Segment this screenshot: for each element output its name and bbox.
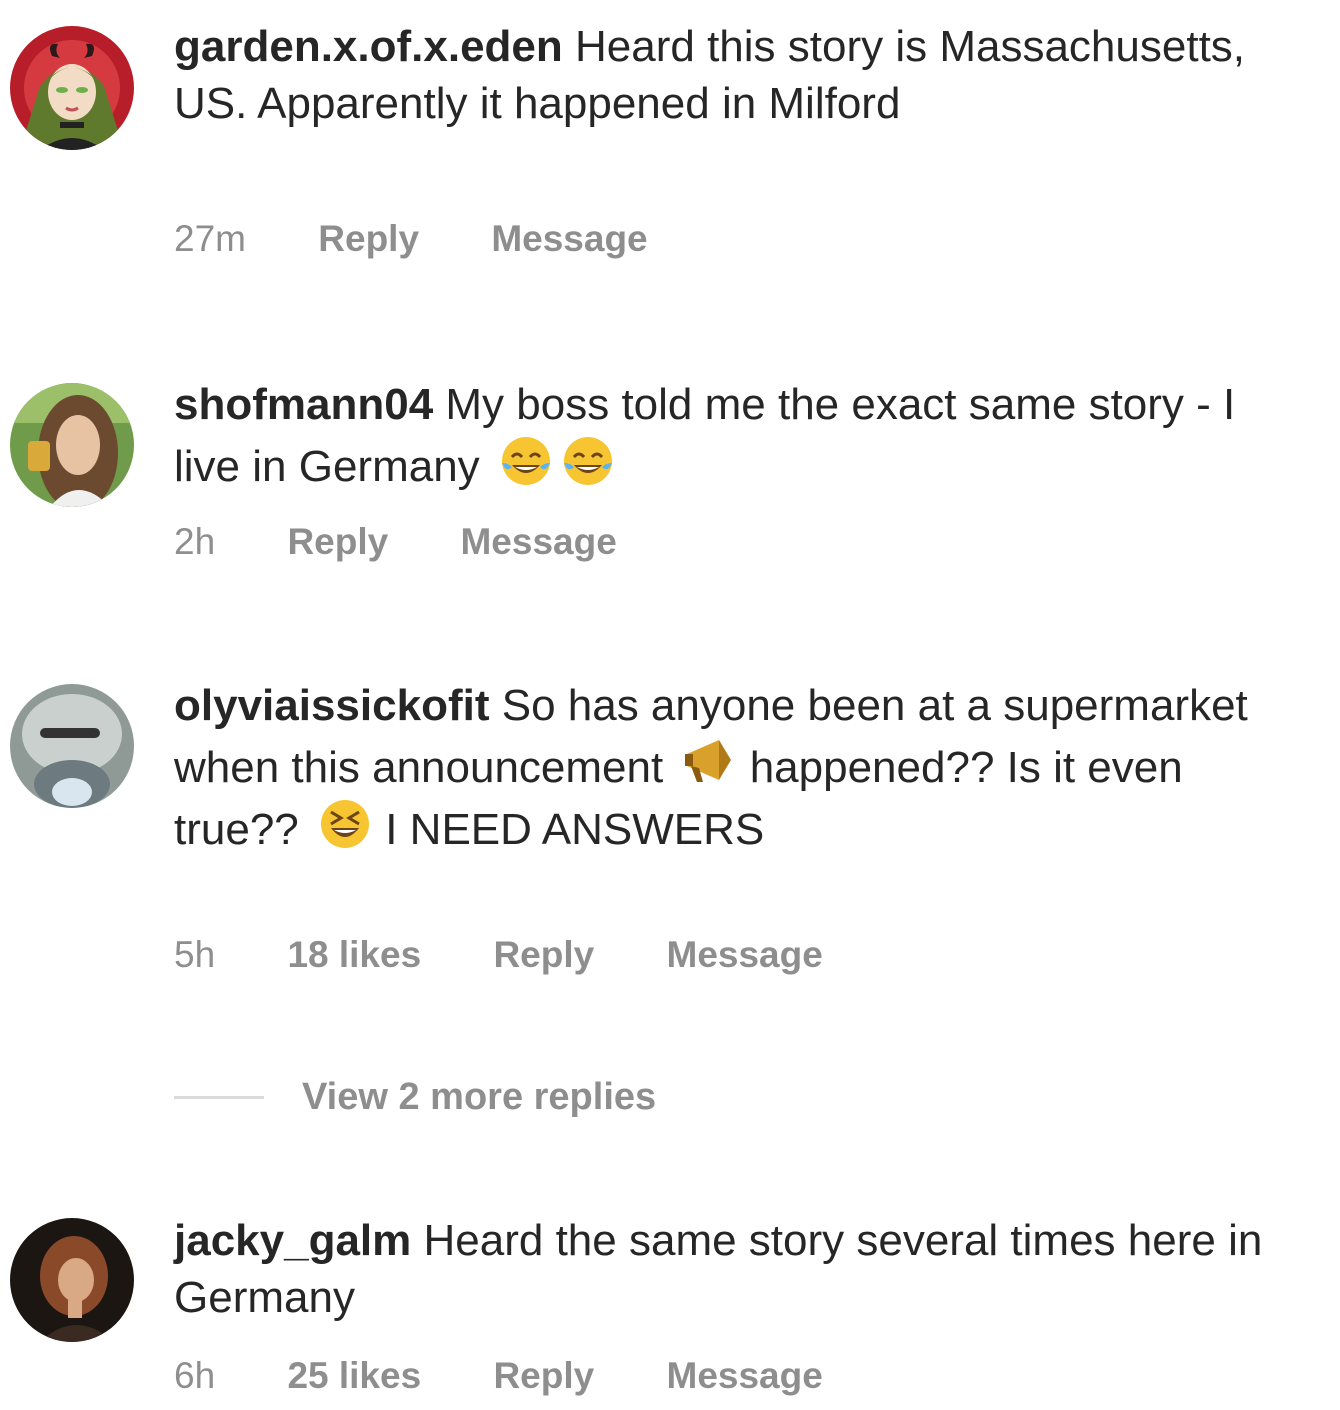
comment-body-part3: I NEED ANSWERS — [385, 805, 765, 854]
avatar-illustration-icon — [10, 26, 134, 150]
comment-time: 6h — [174, 1355, 216, 1396]
megaphone-emoji-icon — [681, 734, 737, 790]
comment-username[interactable]: olyviaissickofit — [174, 681, 489, 730]
avatar[interactable] — [10, 26, 134, 150]
reply-button[interactable]: Reply — [493, 1355, 594, 1397]
comment-meta: 27m Reply Message — [174, 218, 710, 260]
avatar[interactable] — [10, 1218, 134, 1342]
replies-divider — [174, 1095, 264, 1099]
comment-text: shofmann04 My boss told me the exact sam… — [174, 376, 1284, 495]
reply-button[interactable]: Reply — [493, 934, 594, 976]
avatar[interactable] — [10, 383, 134, 507]
comment-username[interactable]: jacky_galm — [174, 1216, 411, 1265]
avatar[interactable] — [10, 684, 134, 808]
comment-text: olyviaissickofit So has anyone been at a… — [174, 677, 1284, 858]
message-button[interactable]: Message — [491, 218, 647, 260]
message-button[interactable]: Message — [460, 521, 616, 563]
message-button[interactable]: Message — [667, 934, 823, 976]
laughing-squint-emoji-icon — [317, 796, 373, 852]
reply-button[interactable]: Reply — [287, 521, 388, 563]
comment-meta: 2h Reply Message — [174, 521, 679, 563]
comment-username[interactable]: shofmann04 — [174, 380, 433, 429]
comment-text: jacky_galm Heard the same story several … — [174, 1212, 1284, 1326]
view-more-replies-label[interactable]: View 2 more replies — [302, 1076, 656, 1119]
tears-of-joy-emoji-icon — [498, 433, 554, 489]
reply-button[interactable]: Reply — [318, 218, 419, 260]
view-more-replies[interactable]: View 2 more replies — [174, 1072, 656, 1122]
likes-count[interactable]: 18 likes — [287, 934, 421, 976]
likes-count[interactable]: 25 likes — [287, 1355, 421, 1397]
tears-of-joy-emoji-icon — [560, 433, 616, 489]
message-button[interactable]: Message — [667, 1355, 823, 1397]
avatar-photo-icon — [10, 1218, 134, 1342]
comment-time: 27m — [174, 218, 246, 259]
comment-username[interactable]: garden.x.of.x.eden — [174, 22, 563, 71]
avatar-photo-icon — [10, 684, 134, 808]
comment-time: 2h — [174, 521, 216, 562]
avatar-photo-icon — [10, 383, 134, 507]
comment-text: garden.x.of.x.eden Heard this story is M… — [174, 18, 1284, 132]
comment-meta: 5h 18 likes Reply Message — [174, 934, 885, 976]
comment-time: 5h — [174, 934, 216, 975]
comment-meta: 6h 25 likes Reply Message — [174, 1355, 885, 1397]
